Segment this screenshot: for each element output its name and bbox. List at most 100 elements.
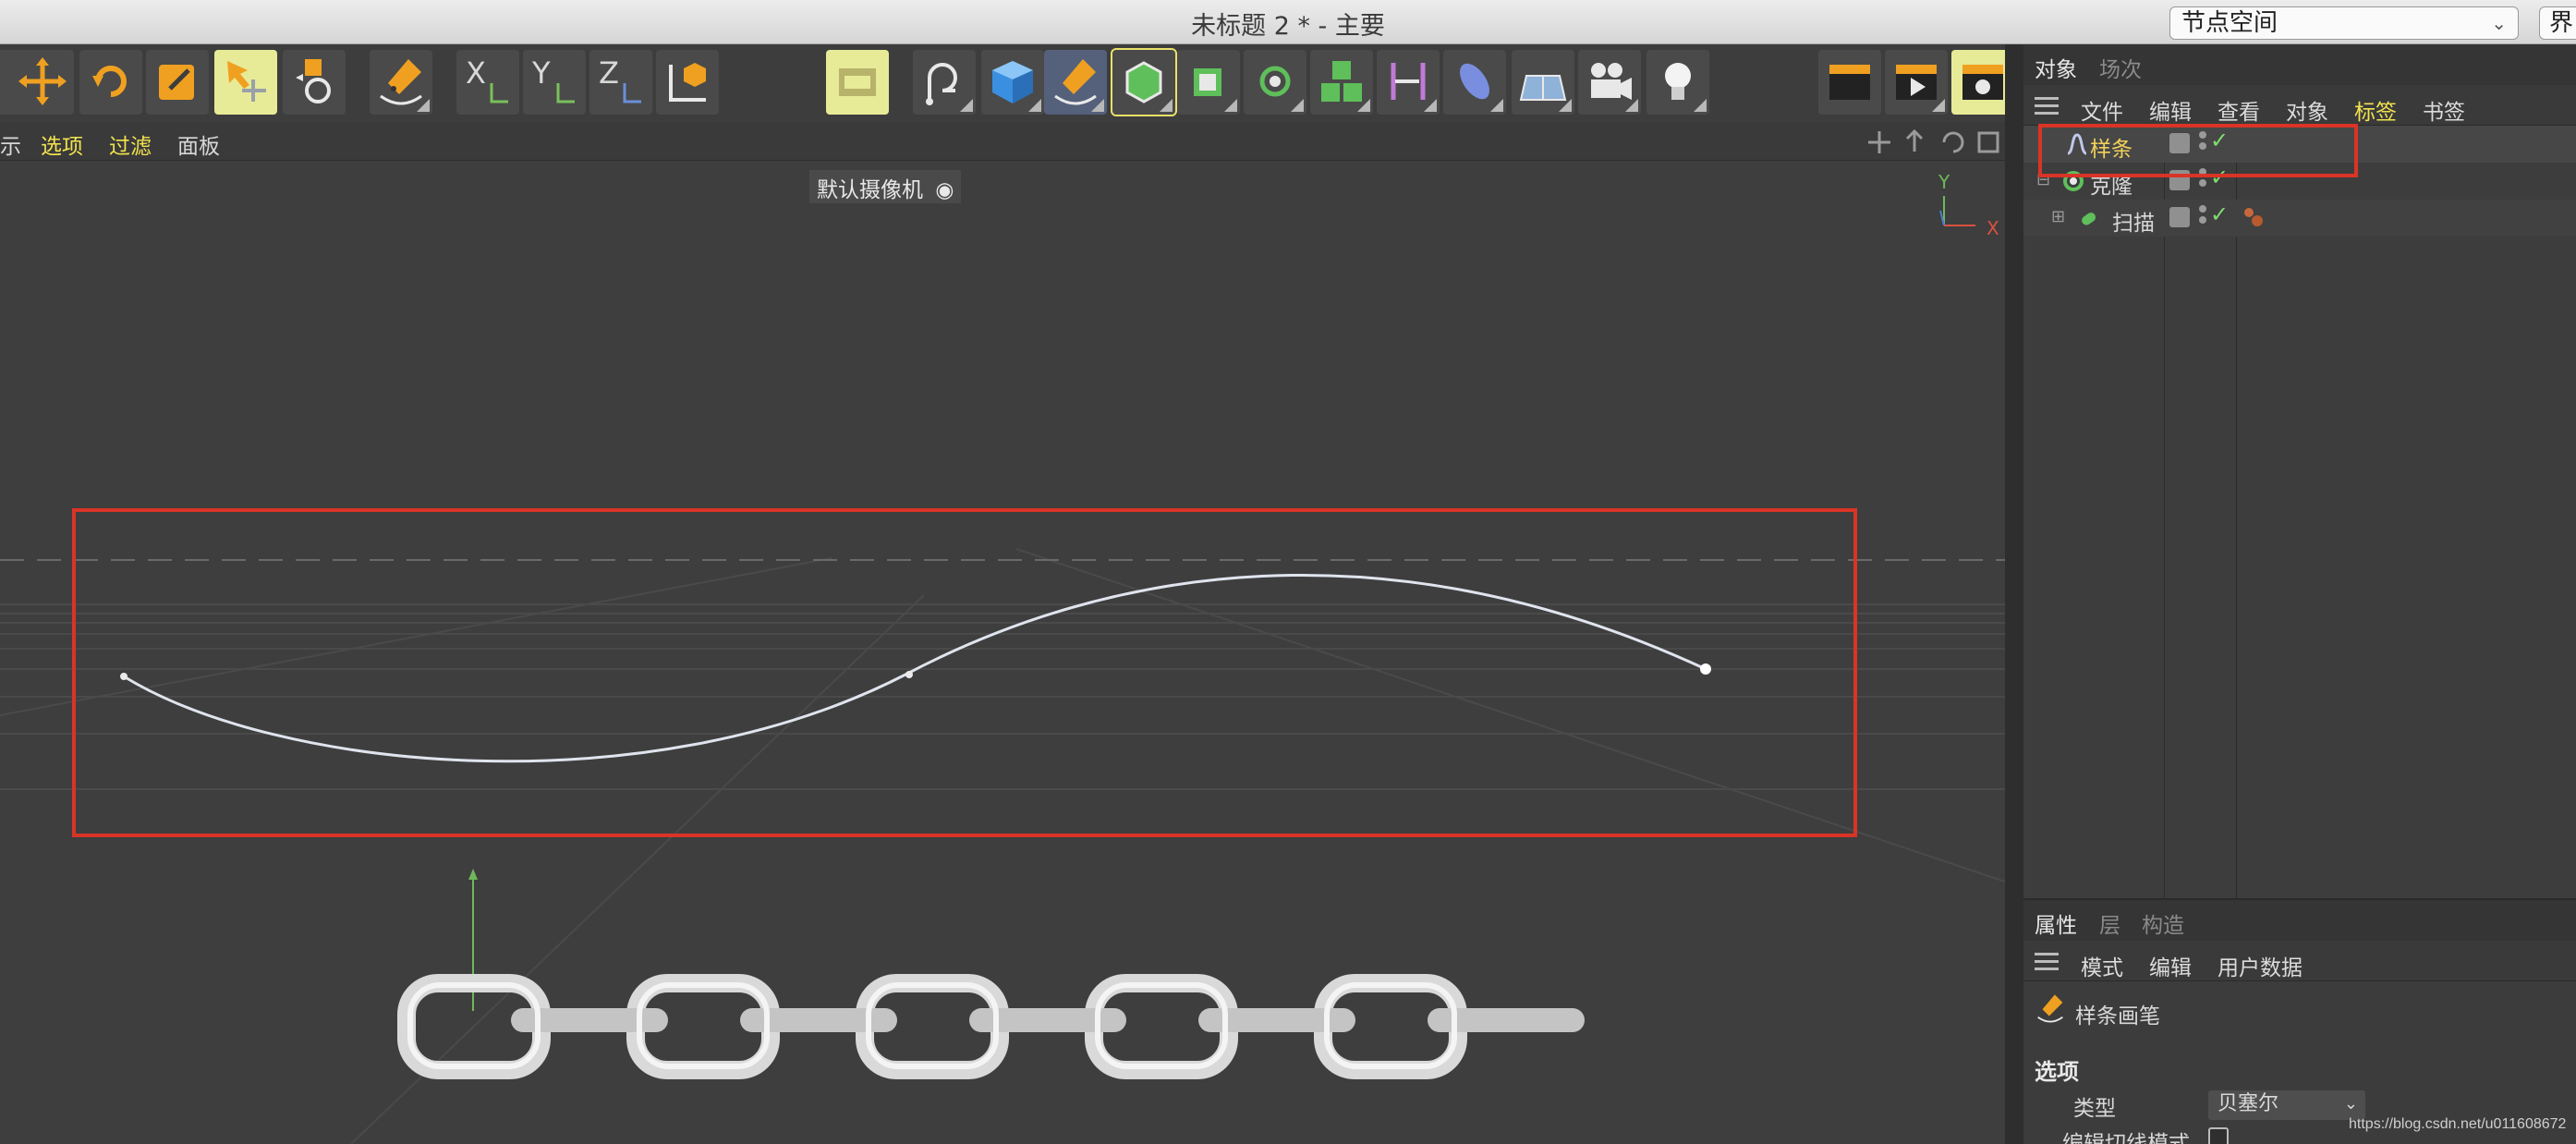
spline-pen-tool[interactable]	[370, 50, 432, 115]
coordinate-system-icon	[669, 63, 706, 102]
scale-icon	[159, 65, 194, 100]
camera-label[interactable]: 默认摄像机 ◉	[809, 170, 962, 203]
tab-structure[interactable]: 构造	[2142, 907, 2184, 939]
object-list: 样条 ✓ ⊟ 克隆 ✓ ⊞ 扫描 ✓	[2023, 126, 2576, 898]
viewport-menubar: 示 选项 过滤 面板	[0, 122, 2005, 161]
camera-label-text: 默认摄像机	[817, 178, 923, 202]
mograph-tool[interactable]	[1310, 50, 1373, 115]
viewport-menu-panel[interactable]: 面板	[177, 128, 220, 160]
viewport-navigation-icons	[1868, 129, 1999, 153]
camera-icon: ◉	[935, 178, 954, 202]
layout-select[interactable]: 节点空间 ⌄	[2169, 6, 2519, 40]
spline-object-highlight-box	[2038, 124, 2358, 177]
menu-edit[interactable]: 编辑	[2149, 950, 2192, 981]
move-tool[interactable]	[11, 50, 74, 115]
menu-mode[interactable]: 模式	[2081, 950, 2123, 981]
scale-tool[interactable]	[146, 50, 209, 115]
menu-view[interactable]: 查看	[2218, 94, 2260, 126]
chain-model[interactable]	[397, 974, 1585, 1079]
transform-tool[interactable]	[214, 50, 277, 115]
object-y-arrow	[468, 869, 478, 880]
object-name-sweep: 扫描	[2112, 212, 2155, 236]
render-to-picture-viewer-button[interactable]	[1885, 50, 1948, 115]
spline-primitive-tool[interactable]	[913, 50, 976, 115]
hamburger-menu-icon[interactable]	[2035, 97, 2059, 115]
snap-tool[interactable]	[283, 50, 346, 115]
menu-edit[interactable]: 编辑	[2149, 94, 2192, 126]
menu-file[interactable]: 文件	[2081, 94, 2123, 126]
options-section-title: 选项	[2035, 1059, 2079, 1085]
visibility-dots[interactable]	[2199, 205, 2208, 231]
camera-tool[interactable]	[1578, 50, 1641, 115]
render-settings-icon	[1962, 65, 2003, 100]
chevron-down-icon: ⌄	[2491, 12, 2507, 34]
object-manager-tabs: 对象 场次	[2023, 44, 2576, 85]
hamburger-menu-icon[interactable]	[2035, 953, 2059, 970]
tab-takes[interactable]: 场次	[2099, 52, 2142, 83]
menu-object[interactable]: 对象	[2286, 94, 2328, 126]
viewport-menu-display[interactable]: 示	[0, 128, 21, 160]
extrude-tool[interactable]	[1177, 50, 1240, 115]
watermark-text: https://blog.csdn.net/u011608672	[2349, 1116, 2567, 1132]
world-axis-y-label: Y	[1938, 171, 1950, 193]
rotate-tool[interactable]	[79, 50, 142, 115]
dolly-view-icon	[1905, 129, 1924, 152]
enabled-check-icon[interactable]: ✓	[2210, 201, 2229, 227]
chevron-down-icon: ⌄	[2343, 1094, 2358, 1114]
attribute-tabs: 属性 层 构造	[2023, 900, 2576, 941]
move-icon	[18, 57, 67, 105]
menu-user-data[interactable]: 用户数据	[2218, 950, 2303, 981]
cloner-tool[interactable]	[1244, 50, 1306, 115]
x-axis-icon	[490, 83, 508, 103]
viewport-menu-filter[interactable]: 过滤	[109, 128, 152, 160]
type-label: 类型	[2073, 1097, 2116, 1121]
subdivision-tool[interactable]	[1111, 48, 1177, 116]
rotate-icon	[92, 66, 127, 97]
panel-divider[interactable]	[2005, 44, 2023, 1144]
interface-button[interactable]: 界	[2539, 6, 2576, 40]
object-row-sweep[interactable]: ⊞ 扫描 ✓	[2023, 200, 2576, 237]
expand-icon[interactable]: ⊞	[2051, 207, 2065, 226]
lock-y-axis[interactable]: Y	[523, 50, 586, 115]
render-view-tool[interactable]	[826, 50, 889, 115]
snap-icon	[296, 59, 331, 103]
menu-tags[interactable]: 标签	[2354, 94, 2397, 126]
tab-layers[interactable]: 层	[2099, 907, 2120, 939]
field-tool[interactable]	[1443, 50, 1506, 115]
lock-x-axis[interactable]: X	[456, 50, 519, 115]
attribute-manager: 属性 层 构造 模式 编辑 用户数据 样条画笔 选项 类型 贝塞尔 ⌄ 编辑切线…	[2023, 898, 2576, 1144]
type-dropdown-value: 贝塞尔	[2218, 1092, 2279, 1115]
tab-objects[interactable]: 对象	[2035, 52, 2077, 83]
edit-tangent-label: 编辑切线模式	[2062, 1132, 2190, 1144]
render-active-view-button[interactable]	[1818, 50, 1881, 115]
render-view-icon	[839, 68, 876, 96]
deformer-tool[interactable]	[1377, 50, 1440, 115]
layout-select-value: 节点空间	[2181, 9, 2278, 37]
coordinate-system-tool[interactable]	[656, 50, 719, 115]
attribute-object-title: 样条画笔	[2075, 1004, 2160, 1028]
maximize-view-icon	[1977, 131, 1999, 153]
rotate-view-icon	[1942, 131, 1964, 153]
type-dropdown[interactable]: 贝塞尔 ⌄	[2208, 1090, 2365, 1120]
tab-attributes[interactable]: 属性	[2035, 907, 2077, 939]
viewport-menu-options[interactable]: 选项	[41, 128, 83, 160]
material-tag-icon[interactable]	[2242, 205, 2266, 229]
editor-visibility-icon[interactable]	[2169, 207, 2190, 227]
menu-bookmarks[interactable]: 书签	[2423, 94, 2465, 126]
main-toolbar: X Y Z	[0, 44, 2023, 122]
world-axis-x-label: X	[1987, 217, 1999, 239]
attribute-menubar: 模式 编辑 用户数据	[2023, 941, 2576, 981]
light-tool[interactable]	[1646, 50, 1709, 115]
clapper-icon	[1829, 65, 1870, 100]
sweep-icon	[2082, 213, 2096, 225]
pen-tool-active[interactable]	[1044, 50, 1107, 115]
floor-tool[interactable]	[1512, 50, 1574, 115]
world-axis-gizmo	[1939, 196, 1975, 226]
cube-tool[interactable]	[981, 50, 1044, 115]
edit-tangent-checkbox[interactable]	[2208, 1127, 2229, 1144]
object-manager-menubar: 文件 编辑 查看 对象 标签 书签	[2023, 85, 2576, 126]
spline-highlight-box	[72, 508, 1857, 837]
lock-z-axis[interactable]: Z	[589, 50, 652, 115]
pan-view-icon	[1868, 131, 1890, 153]
transform-icon	[227, 61, 266, 102]
